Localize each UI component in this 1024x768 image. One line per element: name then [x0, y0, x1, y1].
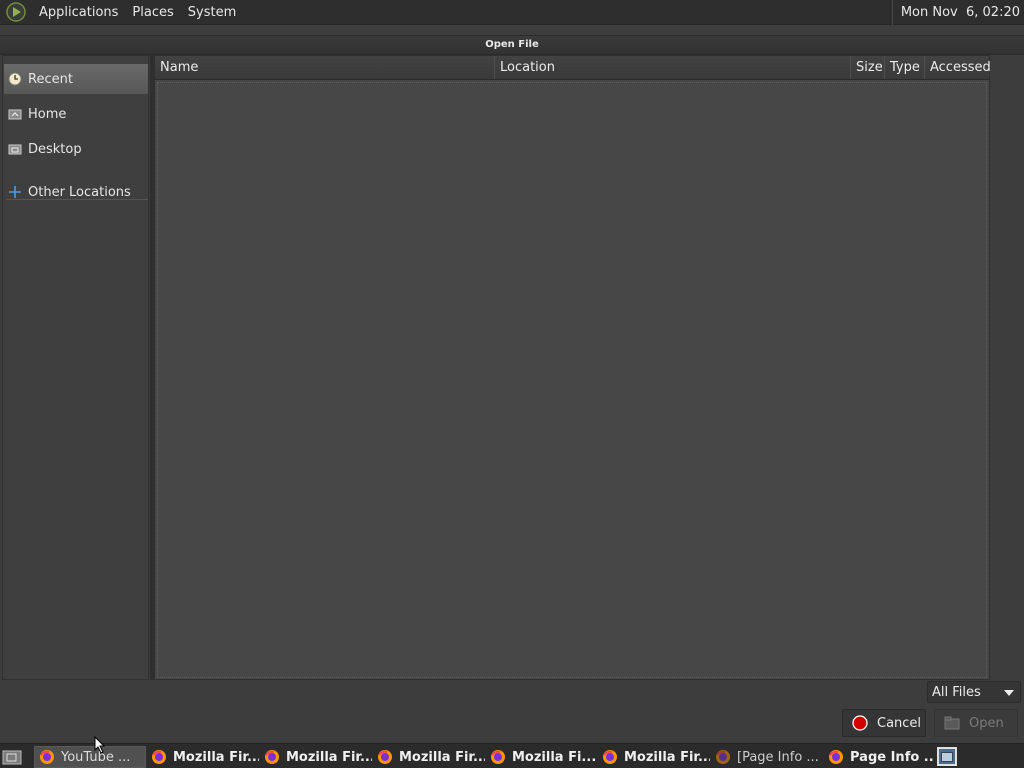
- taskbar: YouTube ... Mozilla Fir... Mozilla Fir..…: [0, 743, 1024, 768]
- show-desktop-icon[interactable]: [2, 747, 24, 767]
- file-list-header: Name Location Size Type Accessed: [155, 56, 991, 80]
- menu-logo-icon[interactable]: [6, 2, 26, 22]
- taskbar-item-label: Mozilla Fir...: [399, 749, 485, 765]
- file-type-filter-dropdown[interactable]: All Files: [927, 681, 1021, 703]
- dialog-title: Open File: [0, 35, 1024, 55]
- firefox-icon: [40, 750, 54, 764]
- open-file-dialog: Open File Recent Home Desktop Other Loca: [0, 25, 1024, 743]
- firefox-icon: [716, 750, 730, 764]
- sidebar-item-label: Other Locations: [28, 184, 131, 200]
- clock[interactable]: Mon Nov 6, 02:20: [891, 0, 1024, 25]
- places-sidebar: Recent Home Desktop Other Locations: [2, 55, 149, 680]
- firefox-icon: [152, 750, 166, 764]
- taskbar-item-firefox-4[interactable]: Mozilla Fi...: [486, 746, 598, 768]
- plus-icon: [8, 185, 22, 199]
- open-folder-icon: [944, 715, 960, 731]
- cancel-button-label: Cancel: [877, 715, 922, 731]
- taskbar-item-label: Mozilla Fir...: [286, 749, 372, 765]
- taskbar-item-label: Page Info ...: [850, 749, 934, 765]
- sidebar-item-home[interactable]: Home: [4, 99, 148, 129]
- taskbar-item-label: Mozilla Fi...: [512, 749, 597, 765]
- home-folder-icon: [8, 107, 22, 121]
- sidebar-item-label: Desktop: [28, 141, 82, 157]
- desktop-folder-icon: [8, 142, 22, 156]
- taskbar-item-label: [Page Info ...: [737, 749, 819, 765]
- firefox-icon: [491, 750, 505, 764]
- taskbar-item-page-info-2[interactable]: Page Info ...: [824, 746, 934, 768]
- open-button-label: Open: [969, 715, 1004, 731]
- file-list[interactable]: Name Location Size Type Accessed: [154, 55, 991, 680]
- column-header-accessed[interactable]: Accessed: [925, 56, 991, 79]
- taskbar-item-firefox-1[interactable]: Mozilla Fir...: [147, 746, 259, 768]
- system-menu[interactable]: System: [181, 0, 243, 25]
- taskbar-item-firefox-2[interactable]: Mozilla Fir...: [260, 746, 372, 768]
- workspace-switcher[interactable]: [937, 747, 957, 766]
- taskbar-item-youtube[interactable]: YouTube ...: [34, 746, 146, 768]
- taskbar-item-label: Mozilla Fir...: [624, 749, 710, 765]
- sidebar-item-label: Recent: [28, 71, 73, 87]
- sidebar-item-label: Home: [28, 106, 67, 122]
- column-header-location[interactable]: Location: [495, 56, 851, 79]
- top-panel: Applications Places System Mon Nov 6, 02…: [0, 0, 1024, 25]
- open-button[interactable]: Open: [934, 709, 1018, 737]
- sidebar-item-other-locations[interactable]: Other Locations: [4, 177, 148, 207]
- cancel-icon: [852, 715, 868, 731]
- firefox-icon: [603, 750, 617, 764]
- taskbar-item-label: Mozilla Fir...: [173, 749, 259, 765]
- chevron-down-icon: [1004, 690, 1014, 696]
- firefox-icon: [378, 750, 392, 764]
- filter-selected-value: All Files: [932, 684, 981, 700]
- firefox-icon: [829, 750, 843, 764]
- taskbar-item-firefox-5[interactable]: Mozilla Fir...: [598, 746, 710, 768]
- column-header-size[interactable]: Size: [851, 56, 885, 79]
- clock-icon: [8, 72, 22, 86]
- taskbar-item-firefox-3[interactable]: Mozilla Fir...: [373, 746, 485, 768]
- taskbar-item-page-info-1[interactable]: [Page Info ...: [711, 746, 823, 768]
- firefox-icon: [265, 750, 279, 764]
- file-list-body[interactable]: [157, 82, 987, 678]
- sidebar-item-recent[interactable]: Recent: [4, 64, 148, 94]
- applications-menu[interactable]: Applications: [32, 0, 125, 25]
- workspace-window-thumbnail: [941, 752, 953, 762]
- mouse-cursor-icon: [94, 736, 106, 754]
- sidebar-item-desktop[interactable]: Desktop: [4, 134, 148, 164]
- places-menu[interactable]: Places: [125, 0, 180, 25]
- column-header-type[interactable]: Type: [885, 56, 925, 79]
- column-header-name[interactable]: Name: [155, 56, 495, 79]
- cancel-button[interactable]: Cancel: [842, 709, 926, 737]
